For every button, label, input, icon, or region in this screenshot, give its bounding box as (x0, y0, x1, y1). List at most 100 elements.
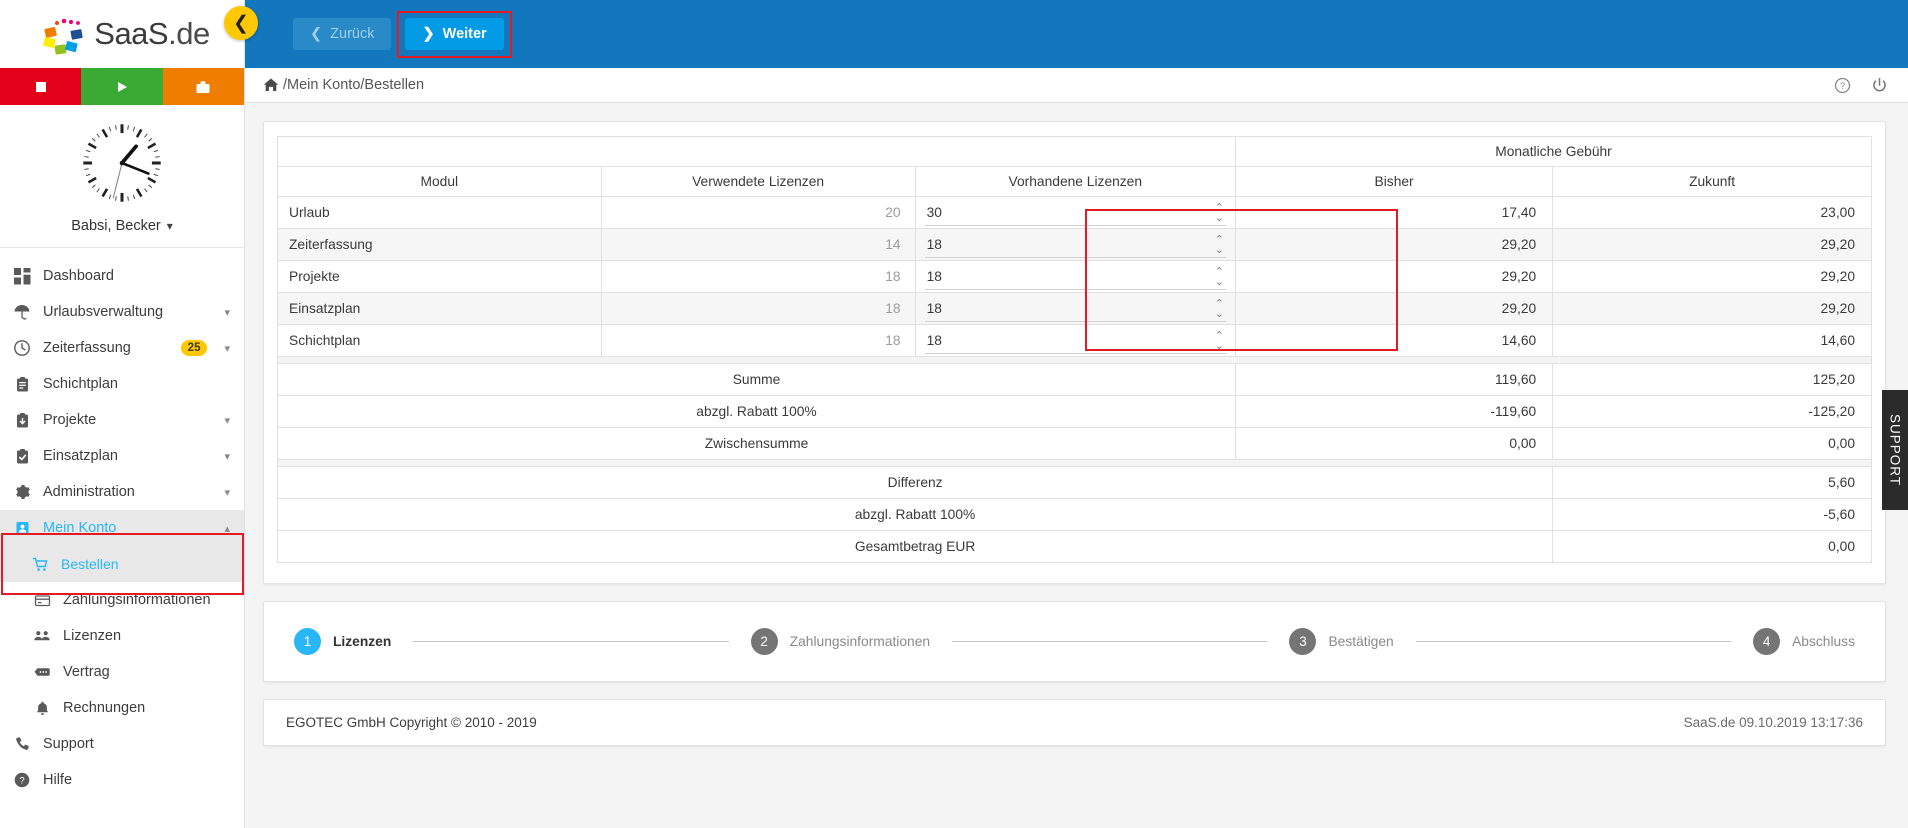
vorhandene-lizenzen-input[interactable] (924, 328, 1226, 352)
sidebar-item-mein-konto[interactable]: Mein Konto ▴ (0, 510, 244, 546)
sidebar-item-urlaubsverwaltung[interactable]: Urlaubsverwaltung ▾ (0, 294, 244, 330)
chevron-down-icon: ▾ (224, 450, 230, 463)
stepper-arrows: ⌃ ⌄ (1215, 232, 1224, 258)
summary-label: Summe (277, 363, 1236, 396)
step-zahlungsinformationen[interactable]: 2 Zahlungsinformationen (750, 628, 931, 655)
chevron-down-icon: ▾ (166, 219, 173, 233)
step-bestaetigen[interactable]: 3 Bestätigen (1289, 628, 1394, 655)
support-tab[interactable]: SUPPORT (1882, 390, 1908, 510)
stepper-arrows: ⌃ ⌄ (1215, 200, 1224, 226)
stepper-arrows: ⌃ ⌄ (1215, 328, 1224, 354)
topbar: ❮ ❮ Zurück ❯ Weiter (224, 0, 1908, 68)
vorhandene-lizenzen-input[interactable] (924, 296, 1226, 320)
app-root: SaaS.de Babsi, Becker ▾ Dashboard Urlaub… (0, 0, 1908, 828)
license-table: Monatliche Gebühr Modul Verwendete Lizen… (276, 136, 1873, 563)
square-icon (33, 79, 49, 95)
spacer-row (277, 356, 1872, 364)
content-area: Monatliche Gebühr Modul Verwendete Lizen… (245, 103, 1908, 828)
chevron-down-icon[interactable]: ⌄ (1215, 276, 1224, 287)
sidebar-item-dashboard[interactable]: Dashboard (0, 258, 244, 294)
home-icon[interactable] (263, 77, 279, 93)
stepper-arrows: ⌃ ⌄ (1215, 264, 1224, 290)
total-label: Differenz (276, 466, 1554, 499)
summary-row: Summe 119,60 125,20 (277, 363, 1872, 396)
cell-bisher: 29,20 (1234, 292, 1554, 325)
quantity-stepper[interactable]: ⌃ ⌄ (924, 200, 1226, 226)
sidebar-item-administration[interactable]: Administration ▾ (0, 474, 244, 510)
sidebar-item-label: Administration (43, 484, 135, 500)
user-card-icon (12, 518, 32, 538)
step-number: 3 (1289, 628, 1317, 655)
total-value: 5,60 (1552, 466, 1872, 499)
cell-modul: Projekte (277, 260, 602, 293)
clock-icon (12, 338, 32, 358)
sidebar-item-label: Bestellen (61, 556, 119, 572)
sidebar-item-schichtplan[interactable]: Schichtplan (0, 366, 244, 402)
cell-vorhanden: ⌃ ⌄ (914, 324, 1236, 357)
vorhandene-lizenzen-input[interactable] (924, 264, 1226, 288)
step-abschluss[interactable]: 4 Abschluss (1753, 628, 1855, 655)
sidebar-item-zeiterfassung[interactable]: Zeiterfassung 25 ▾ (0, 330, 244, 366)
chevron-down-icon[interactable]: ⌄ (1215, 340, 1224, 351)
contract-icon (32, 662, 52, 682)
quantity-stepper[interactable]: ⌃ ⌄ (924, 264, 1226, 290)
step-number: 2 (750, 628, 778, 655)
sidebar-item-hilfe[interactable]: ? Hilfe (0, 762, 244, 798)
sidebar-item-label: Rechnungen (63, 700, 146, 716)
quantity-stepper[interactable]: ⌃ ⌄ (924, 296, 1226, 322)
quantity-stepper[interactable]: ⌃ ⌄ (924, 328, 1226, 354)
quantity-stepper[interactable]: ⌃ ⌄ (924, 232, 1226, 258)
back-button[interactable]: ❮ Zurück (293, 18, 392, 50)
summary-zukunft: 125,20 (1552, 363, 1872, 396)
sidebar-item-rechnungen[interactable]: Rechnungen (0, 690, 244, 726)
question-circle-icon[interactable]: ? (1834, 77, 1851, 94)
sidebar-item-label: Schichtplan (43, 376, 118, 392)
sidebar-item-vertrag[interactable]: Vertrag (0, 654, 244, 690)
briefcase-button[interactable] (162, 68, 244, 105)
stepper-arrows: ⌃ ⌄ (1215, 296, 1224, 322)
gear-icon (12, 482, 32, 502)
sidebar-item-lizenzen[interactable]: Lizenzen (0, 618, 244, 654)
sidebar-nav: Dashboard Urlaubsverwaltung ▾ Zeiterfass… (0, 248, 244, 798)
spacer-row (277, 459, 1872, 467)
step-label: Zahlungsinformationen (789, 634, 931, 649)
cell-zukunft: 29,20 (1552, 292, 1872, 325)
step-number: 1 (294, 628, 321, 655)
table-column-header-row: Modul Verwendete Lizenzen Vorhandene Liz… (277, 166, 1872, 197)
total-row: Differenz 5,60 (276, 466, 1872, 499)
summary-bisher: 119,60 (1234, 363, 1554, 396)
sidebar-item-label: Zahlungsinformationen (63, 592, 211, 608)
vorhandene-lizenzen-input[interactable] (924, 232, 1226, 256)
logo[interactable]: SaaS.de (0, 0, 244, 68)
sidebar-item-support[interactable]: Support (0, 726, 244, 762)
sidebar-item-label: Vertrag (63, 664, 110, 680)
power-icon[interactable] (1871, 77, 1888, 94)
vorhandene-lizenzen-input[interactable] (924, 200, 1226, 224)
summary-bisher: -119,60 (1234, 395, 1554, 428)
breadcrumb: /Mein Konto/Bestellen (263, 77, 424, 93)
cell-bisher: 17,40 (1234, 196, 1554, 229)
user-menu[interactable]: Babsi, Becker ▾ (71, 218, 173, 234)
sidebar-item-label: Einsatzplan (43, 448, 118, 464)
sidebar-item-zahlungsinformationen[interactable]: Zahlungsinformationen (0, 582, 244, 618)
step-label: Bestätigen (1328, 634, 1394, 649)
sidebar-item-label: Support (43, 736, 94, 752)
chevron-down-icon[interactable]: ⌄ (1215, 308, 1224, 319)
chevron-down-icon[interactable]: ⌄ (1215, 244, 1224, 255)
col-verwendete-lizenzen: Verwendete Lizenzen (600, 166, 916, 197)
sidebar-item-projekte[interactable]: Projekte ▾ (0, 402, 244, 438)
briefcase-icon (194, 78, 212, 96)
sidebar-item-einsatzplan[interactable]: Einsatzplan ▾ (0, 438, 244, 474)
sidebar-item-bestellen[interactable]: Bestellen (0, 546, 244, 582)
play-button[interactable] (81, 68, 163, 105)
chevron-down-icon[interactable]: ⌄ (1215, 212, 1224, 223)
cell-vorhanden: ⌃ ⌄ (914, 196, 1236, 229)
clipboard-down-icon (12, 410, 32, 430)
total-row: Gesamtbetrag EUR 0,00 (276, 530, 1872, 563)
step-lizenzen[interactable]: 1 Lizenzen (294, 628, 391, 655)
stop-button[interactable] (0, 68, 82, 105)
svg-text:?: ? (19, 776, 24, 787)
sidebar-collapse-button[interactable]: ❮ (224, 6, 258, 40)
summary-row: Zwischensumme 0,00 0,00 (277, 427, 1872, 460)
logo-text: SaaS.de (94, 16, 210, 51)
